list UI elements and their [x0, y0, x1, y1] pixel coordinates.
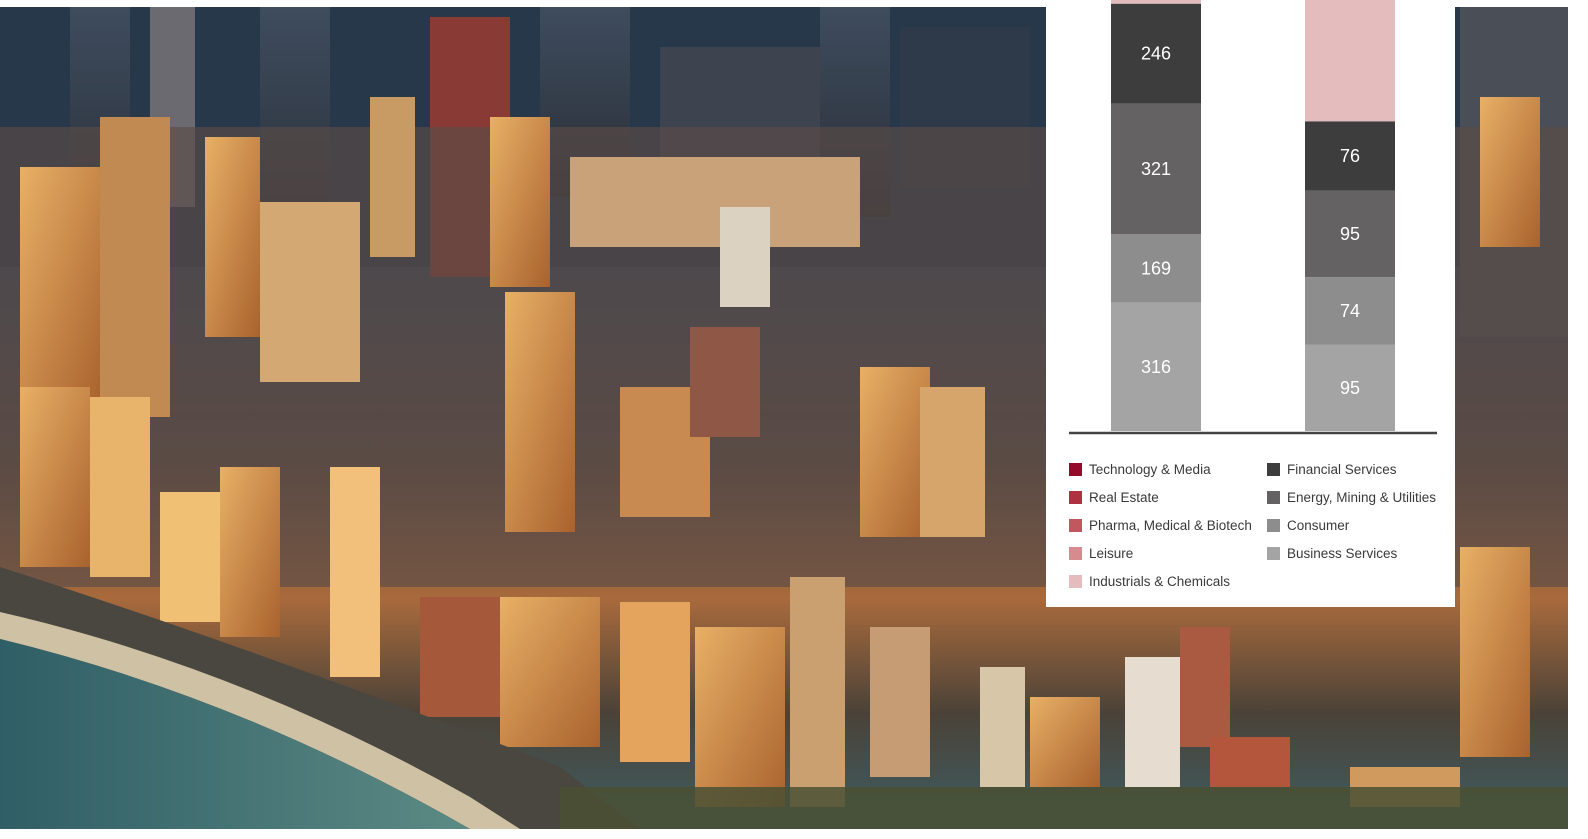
legend-label: Energy, Mining & Utilities	[1287, 490, 1437, 506]
data-label: 321	[1141, 159, 1171, 179]
chart-card: 316 169 321 246 95 74 95 76 Technology & Media R…	[1046, 0, 1455, 607]
bar-stack-2: 95 74 95 76	[1305, 0, 1395, 431]
legend-item: Technology & Media	[1069, 456, 1252, 484]
bar-segment-industrials-chemicals	[1111, 0, 1201, 4]
legend-label: Consumer	[1287, 517, 1350, 533]
legend-swatch	[1267, 463, 1280, 477]
legend-label: Real Estate	[1089, 490, 1159, 506]
legend-column-right: Financial Services Energy, Mining & Utili…	[1267, 456, 1436, 567]
data-label: 246	[1141, 44, 1171, 64]
data-label: 95	[1340, 224, 1360, 244]
legend-item: Financial Services	[1267, 456, 1436, 484]
legend-label: Technology & Media	[1089, 462, 1211, 478]
bar-stack-1: 316 169 321 246	[1111, 0, 1201, 431]
legend-item: Real Estate	[1069, 484, 1252, 512]
legend-swatch	[1267, 518, 1280, 532]
legend-column-left: Technology & Media Real Estate Pharma, Med…	[1069, 456, 1252, 595]
legend-swatch	[1267, 491, 1280, 505]
data-label: 316	[1141, 357, 1171, 377]
data-label: 74	[1340, 301, 1360, 321]
legend-label: Business Services	[1287, 545, 1398, 561]
legend-label: Leisure	[1089, 545, 1134, 561]
data-label: 169	[1141, 258, 1171, 278]
legend-label: Financial Services	[1287, 462, 1397, 478]
legend-swatch	[1069, 463, 1082, 477]
legend-item: Business Services	[1267, 539, 1436, 567]
legend-item: Energy, Mining & Utilities	[1267, 484, 1436, 512]
legend-item: Leisure	[1069, 539, 1252, 567]
legend-item: Consumer	[1267, 512, 1436, 540]
legend-swatch	[1267, 546, 1280, 560]
legend-swatch	[1069, 491, 1082, 505]
legend-label: Pharma, Medical & Biotech	[1089, 517, 1252, 533]
legend-item: Industrials & Chemicals	[1069, 567, 1252, 595]
legend-swatch	[1069, 518, 1082, 532]
legend-swatch	[1069, 574, 1082, 588]
bars-layer: 316 169 321 246 95 74 95 76	[1111, 0, 1395, 431]
bar-segment-industrials-chemicals	[1305, 0, 1395, 122]
data-label: 76	[1340, 146, 1360, 166]
legend-label: Industrials & Chemicals	[1089, 573, 1231, 589]
legend-item: Pharma, Medical & Biotech	[1069, 512, 1252, 540]
data-label: 95	[1340, 378, 1360, 398]
legend-swatch	[1069, 546, 1082, 560]
